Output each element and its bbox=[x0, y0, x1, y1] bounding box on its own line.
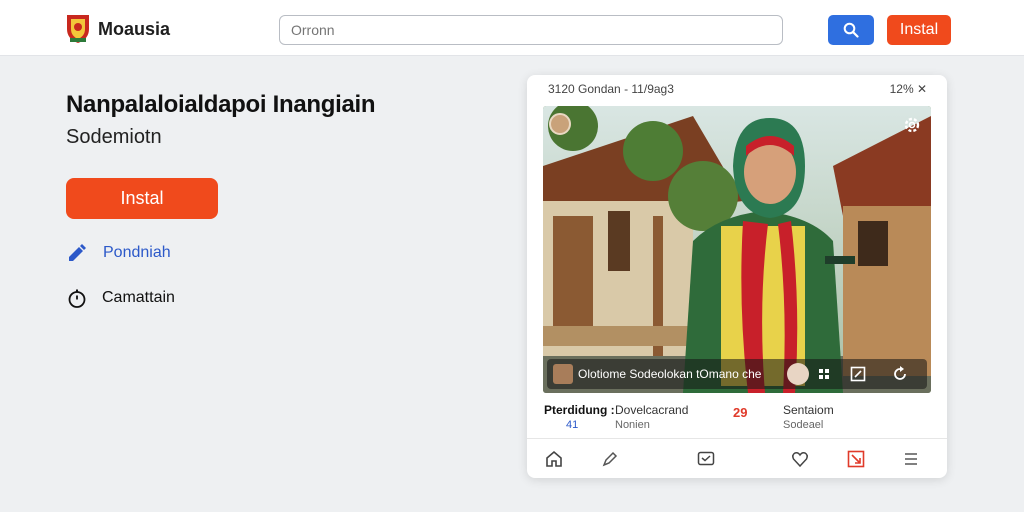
caption-thumbnail[interactable] bbox=[553, 364, 573, 384]
meta-col-a-sub: Nonien bbox=[615, 419, 650, 431]
search-icon bbox=[843, 22, 859, 38]
meta-col-b-title: Sentaiom bbox=[783, 403, 834, 417]
meta-col-b-sub: Sodeael bbox=[783, 419, 824, 431]
nav-home[interactable] bbox=[543, 448, 565, 470]
gear-icon[interactable] bbox=[901, 114, 923, 136]
nav-chat[interactable] bbox=[695, 448, 717, 470]
status-bar-right: 12% ✕ bbox=[889, 82, 927, 96]
meta-label: Pterdidung : bbox=[544, 403, 615, 417]
caption-refresh-button[interactable] bbox=[889, 364, 911, 384]
link-row[interactable]: Pondniah bbox=[66, 242, 171, 264]
photo-caption-bar: Olotiome Sodeolokan tOmano che bbox=[547, 359, 927, 389]
photo-avatar[interactable] bbox=[549, 113, 571, 135]
info-row: Camattain bbox=[66, 287, 175, 309]
meta-count: 29 bbox=[733, 405, 748, 420]
meta-number: 41 bbox=[566, 419, 579, 431]
stopwatch-icon bbox=[66, 287, 88, 309]
crest-logo-icon[interactable] bbox=[64, 12, 92, 44]
refresh-icon bbox=[894, 366, 906, 380]
page-title: Nanpalaloialdapoi Inangiain bbox=[66, 91, 376, 118]
home-icon bbox=[546, 450, 562, 467]
caption-grid-button[interactable] bbox=[813, 364, 835, 384]
search-button[interactable] bbox=[828, 15, 874, 45]
caption-user-avatar[interactable] bbox=[787, 363, 809, 385]
info-label: Camattain bbox=[102, 289, 175, 306]
header-install-button[interactable]: Instal bbox=[887, 15, 951, 45]
edit-icon bbox=[602, 451, 618, 467]
status-bar-left: 3120 Gondan - 11/9ag3 bbox=[548, 82, 674, 96]
expand-icon bbox=[850, 366, 866, 382]
menu-icon bbox=[905, 453, 917, 465]
heart-icon bbox=[792, 452, 808, 468]
meta-col-a-title: Dovelcacrand bbox=[615, 403, 689, 417]
caption-expand-button[interactable] bbox=[847, 364, 869, 384]
preview-photo[interactable]: Olotiome Sodeolokan tOmano che bbox=[543, 106, 931, 393]
caption-text: Olotiome Sodeolokan tOmano che bbox=[578, 367, 762, 381]
scene-illustration bbox=[543, 106, 931, 393]
search-input[interactable] bbox=[279, 15, 783, 45]
grid-icon bbox=[819, 369, 829, 379]
brand-name[interactable]: Moausia bbox=[98, 19, 170, 40]
pencil-tag-icon bbox=[66, 242, 88, 264]
link-label[interactable]: Pondniah bbox=[103, 244, 171, 262]
top-header: Moausia Instal bbox=[0, 0, 1024, 56]
bottom-nav bbox=[527, 438, 947, 478]
nav-share[interactable] bbox=[845, 448, 867, 470]
nav-menu[interactable] bbox=[900, 448, 922, 470]
phone-preview-card: 3120 Gondan - 11/9ag3 12% ✕ Olotiome Sod… bbox=[527, 75, 947, 478]
nav-heart[interactable] bbox=[789, 448, 811, 470]
share-icon bbox=[847, 450, 865, 468]
install-button[interactable]: Instal bbox=[66, 178, 218, 219]
page-subtitle: Sodemiotn bbox=[66, 126, 162, 148]
chat-icon bbox=[697, 451, 715, 466]
nav-edit[interactable] bbox=[599, 448, 621, 470]
